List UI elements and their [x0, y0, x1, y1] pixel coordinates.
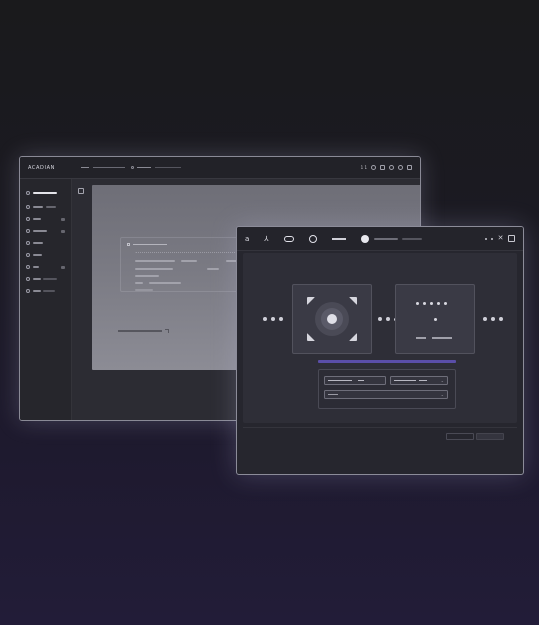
- nav-icon: [26, 229, 30, 233]
- user-avatar-icon[interactable]: [407, 165, 412, 170]
- top-navigation-bar: ACADIAN 1 1: [20, 157, 420, 179]
- config-form: ⌄ ⌄: [318, 369, 456, 409]
- sidebar-item[interactable]: [26, 214, 65, 224]
- text-field[interactable]: [324, 376, 386, 385]
- badge: [61, 265, 65, 269]
- right-connector-dots: [483, 317, 503, 321]
- next-button[interactable]: [476, 433, 504, 440]
- repo-label: [373, 237, 398, 240]
- help-icon[interactable]: [371, 165, 376, 170]
- notification-icon[interactable]: [398, 165, 403, 170]
- window-controls: ✕: [485, 235, 515, 242]
- nav-icon: [26, 217, 30, 221]
- chevron-down-icon: ⌄: [440, 378, 444, 383]
- flow-panel: ⌄ ⌄: [243, 253, 517, 423]
- nav-tab[interactable]: [136, 166, 151, 169]
- target-line: [416, 337, 426, 339]
- badge: [61, 229, 65, 233]
- close-icon[interactable]: ✕: [497, 235, 504, 242]
- sidebar-item[interactable]: [26, 202, 65, 212]
- sidebar-item[interactable]: [26, 274, 65, 284]
- composite-screenshot: ACADIAN 1 1 a ⅄ ✕ ⌄ ⌄: [0, 0, 539, 625]
- target-line: [432, 337, 452, 339]
- nav-tab[interactable]: [130, 166, 134, 169]
- nav-icon: [26, 277, 30, 281]
- document-title: [127, 243, 167, 246]
- left-connector-dots: [263, 317, 283, 321]
- sidebar-item[interactable]: [26, 262, 65, 272]
- github-icon[interactable]: [360, 234, 369, 243]
- corner-mark: [349, 333, 357, 341]
- document-icon: [127, 243, 130, 246]
- nav-icon: [26, 265, 30, 269]
- badge: [61, 217, 65, 221]
- grid-icon[interactable]: [380, 165, 385, 170]
- brand-logo: ACADIAN: [28, 164, 55, 171]
- nav-tab[interactable]: [154, 166, 181, 169]
- sidebar: [20, 179, 72, 420]
- integrations-bar: a ⅄ ✕: [237, 227, 523, 251]
- integration-logo-text[interactable]: [331, 237, 346, 240]
- back-button[interactable]: [446, 433, 474, 440]
- sidebar-item[interactable]: [26, 250, 65, 260]
- integration-logo-a[interactable]: a: [245, 235, 249, 243]
- nav-icon: [26, 205, 30, 209]
- select-field[interactable]: ⌄: [390, 376, 448, 385]
- nav-icon: [26, 191, 30, 195]
- lens-center-icon: [327, 314, 337, 324]
- target-node-card[interactable]: [395, 284, 475, 354]
- settings-icon[interactable]: [389, 165, 394, 170]
- nav-icon: [26, 241, 30, 245]
- nav-icon: [26, 289, 30, 293]
- integration-logo-cloud[interactable]: [283, 235, 294, 242]
- target-center-dot: [434, 318, 437, 321]
- corner-mark: [307, 333, 315, 341]
- top-right-actions: 1 1: [361, 165, 412, 170]
- counter: 1 1: [360, 165, 367, 170]
- integration-logo-y[interactable]: ⅄: [264, 235, 268, 243]
- chevron-down-icon: ⌄: [440, 392, 444, 397]
- sidebar-item[interactable]: [26, 238, 65, 248]
- maximize-icon[interactable]: [508, 235, 515, 242]
- corner-mark: [349, 297, 357, 305]
- foreground-app-window: a ⅄ ✕ ⌄ ⌄: [236, 226, 524, 475]
- integration-logo-gear[interactable]: [308, 234, 317, 243]
- nav-icon: [26, 253, 30, 257]
- repo-sub-label: [401, 237, 422, 240]
- canvas-footer: [118, 329, 169, 333]
- progress-bar: [318, 360, 456, 363]
- select-field-wide[interactable]: ⌄: [324, 390, 448, 399]
- footer-actions: [243, 427, 517, 453]
- source-node-card[interactable]: [292, 284, 372, 354]
- sidebar-item[interactable]: [26, 188, 65, 198]
- expand-icon[interactable]: [165, 329, 169, 333]
- panel-toggle-icon[interactable]: [78, 188, 84, 194]
- corner-mark: [307, 297, 315, 305]
- sidebar-item[interactable]: [26, 286, 65, 296]
- nav-tab[interactable]: [92, 166, 125, 169]
- sidebar-item[interactable]: [26, 226, 65, 236]
- nav-tab[interactable]: [80, 166, 89, 169]
- target-dots: [416, 302, 447, 305]
